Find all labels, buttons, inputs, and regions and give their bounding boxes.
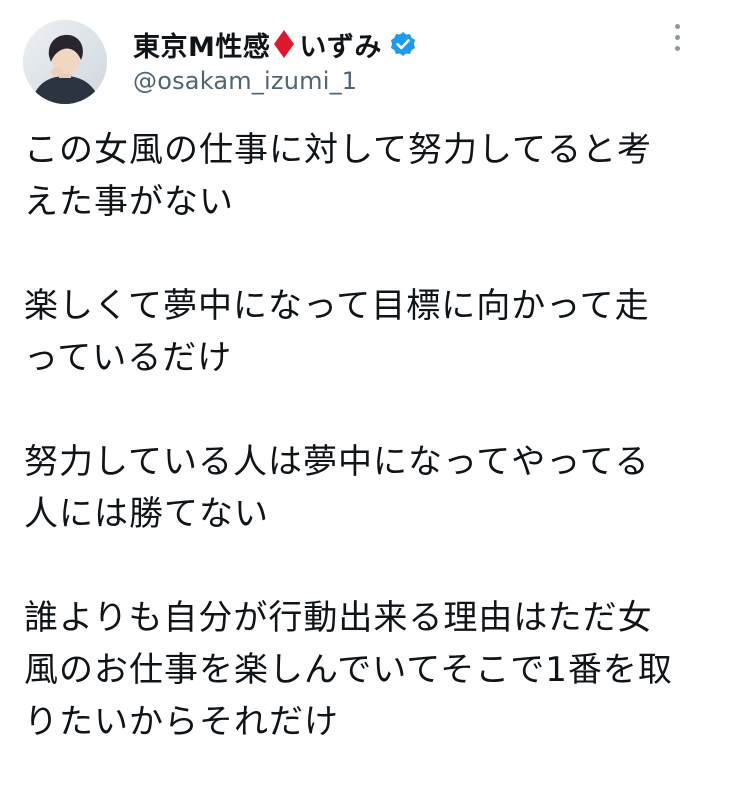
tweet-header: 東京M性感 いずみ @osakam_izumi_1 xyxy=(23,20,723,110)
verified-badge-icon xyxy=(390,31,416,57)
avatar[interactable] xyxy=(23,20,107,104)
tweet-line: りたいからそれだけ xyxy=(24,702,339,742)
tweet-line: えた事がない xyxy=(24,182,234,222)
display-name-part2: いずみ xyxy=(299,31,382,63)
tweet-line: 誰よりも自分が行動出来る理由はただ女 xyxy=(24,598,653,638)
red-diamond-emoji-icon xyxy=(273,29,295,59)
tweet-line: 人には勝てない xyxy=(24,494,269,534)
tweet-card: 東京M性感 いずみ @osakam_izumi_1 この女風の仕事に対して努力し… xyxy=(0,0,742,800)
tweet-line: 楽しくて夢中になって目標に向かって走 xyxy=(24,286,650,326)
tweet-paragraph: 努力している人は夢中になってやってる 人には勝てない xyxy=(24,436,724,540)
tweet-line: この女風の仕事に対して努力してると考 xyxy=(24,130,652,170)
more-dot xyxy=(674,24,680,29)
tweet-text: この女風の仕事に対して努力してると考 えた事がない 楽しくて夢中になって目標に向… xyxy=(24,124,724,800)
tweet-line: 風のお仕事を楽しんでいてそこで1番を取 xyxy=(24,650,673,690)
more-dot xyxy=(674,35,680,40)
tweet-line: っているだけ xyxy=(24,338,233,378)
more-options-icon[interactable] xyxy=(669,24,685,60)
tweet-paragraph: 楽しくて夢中になって目標に向かって走 っているだけ xyxy=(24,280,724,384)
avatar-image xyxy=(23,20,107,104)
tweet-paragraph: 誰よりも自分が行動出来る理由はただ女 風のお仕事を楽しんでいてそこで1番を取 り… xyxy=(24,592,724,748)
display-name-part1: 東京M性感 xyxy=(133,31,271,63)
tweet-line: 努力している人は夢中になってやってる xyxy=(24,442,650,482)
more-dot xyxy=(674,46,680,51)
author-handle[interactable]: @osakam_izumi_1 xyxy=(133,67,357,95)
author-name-row[interactable]: 東京M性感 いずみ xyxy=(133,26,416,63)
tweet-paragraph: この女風の仕事に対して努力してると考 えた事がない xyxy=(24,124,724,228)
